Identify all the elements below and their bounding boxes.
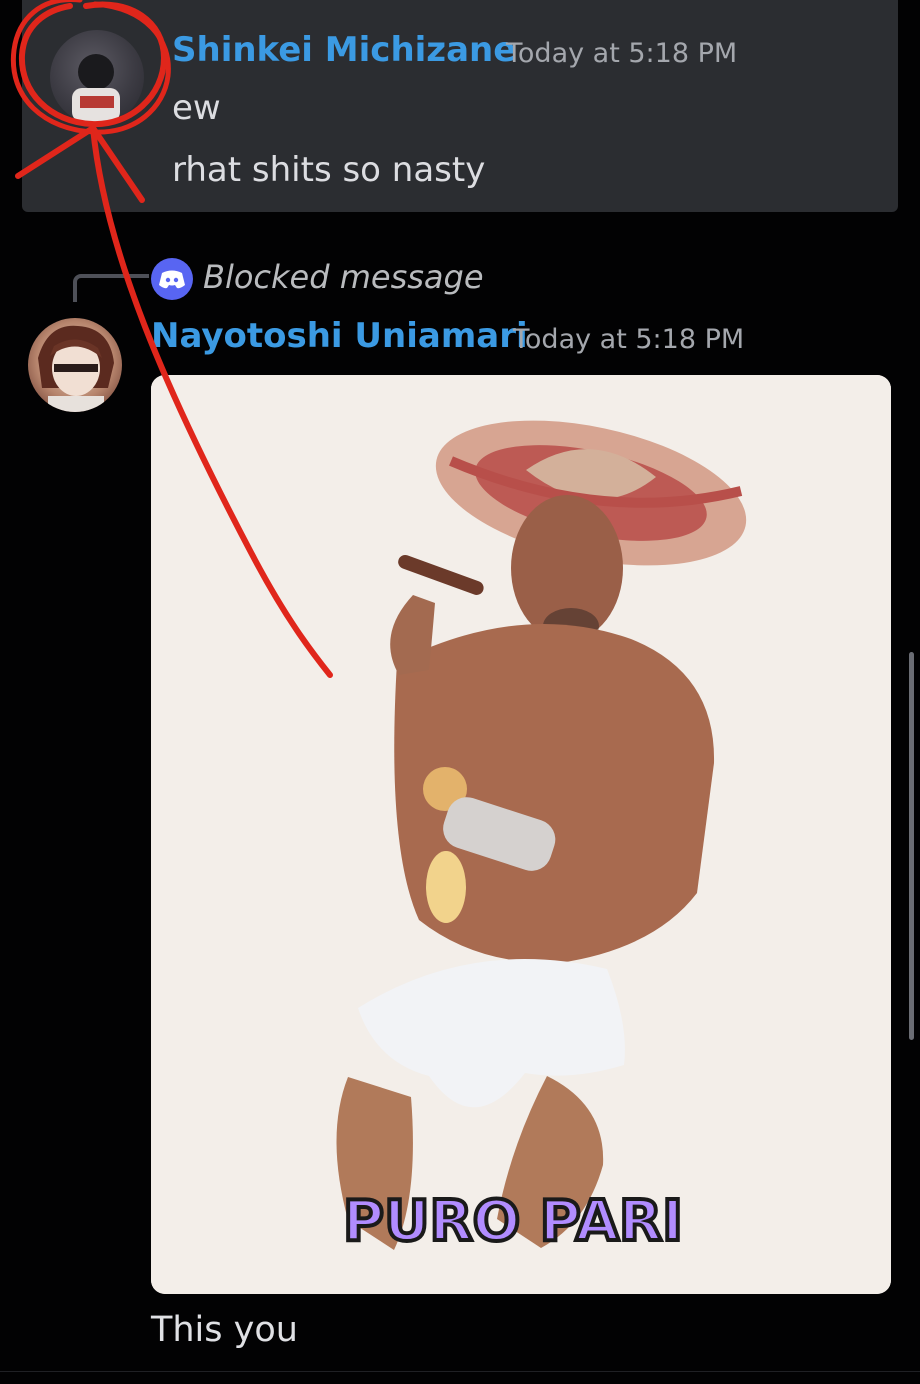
anime-avatar-icon [38,325,114,412]
person-icon [72,54,120,122]
username-shinkei[interactable]: Shinkei Michizane [172,30,516,70]
blocked-message-label[interactable]: Blocked message [203,258,484,296]
message-caption: This you [151,1310,298,1350]
scrollbar[interactable] [909,652,914,1040]
username-nayotoshi[interactable]: Nayotoshi Uniamari [151,316,528,356]
meme-photo: PURO PARI [151,375,891,1294]
message-line-2: rhat shits so nasty [172,150,486,190]
reply-spine [73,274,149,302]
timestamp: Today at 5:18 PM [513,324,745,355]
image-overlay-text: PURO PARI [343,1189,683,1254]
avatar-shinkei[interactable] [50,30,144,124]
avatar-nayotoshi[interactable] [28,318,122,412]
timestamp: Today at 5:18 PM [506,38,738,69]
divider [0,1371,920,1372]
message-image[interactable]: PURO PARI [151,375,891,1294]
message-line-1: ew [172,88,221,128]
discord-icon [151,258,193,300]
